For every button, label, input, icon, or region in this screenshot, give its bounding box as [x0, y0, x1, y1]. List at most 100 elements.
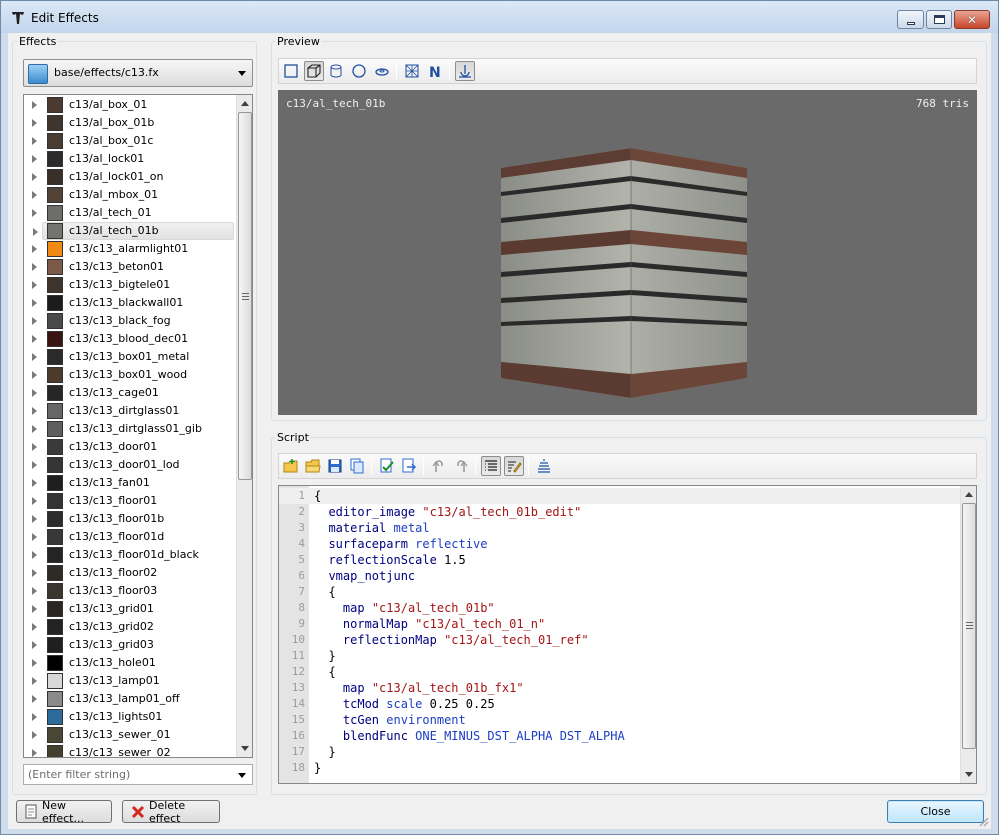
code-line[interactable]: 3 material metal [279, 520, 960, 536]
expand-arrow-icon[interactable] [32, 443, 37, 451]
maximize-button[interactable] [926, 10, 952, 29]
tree-item[interactable]: c13/c13_fan01 [24, 474, 234, 492]
tree-item[interactable]: c13/c13_floor01b [24, 510, 234, 528]
cube-shape-button[interactable] [304, 61, 324, 81]
code-line[interactable]: 9 normalMap "c13/al_tech_01_n" [279, 616, 960, 632]
code-line[interactable]: 7 { [279, 584, 960, 600]
tree-item[interactable]: c13/al_tech_01b [33, 222, 234, 240]
apply-script-button[interactable] [399, 456, 419, 476]
code-line[interactable]: 8 map "c13/al_tech_01b" [279, 600, 960, 616]
tree-item[interactable]: c13/c13_floor03 [24, 582, 234, 600]
expand-arrow-icon[interactable] [32, 497, 37, 505]
tree-item[interactable]: c13/c13_box01_metal [24, 348, 234, 366]
expand-arrow-icon[interactable] [32, 587, 37, 595]
expand-arrow-icon[interactable] [32, 353, 37, 361]
expand-arrow-icon[interactable] [32, 479, 37, 487]
code-line[interactable]: 13 map "c13/al_tech_01b_fx1" [279, 680, 960, 696]
scrollbar-thumb[interactable] [238, 112, 252, 480]
expand-arrow-icon[interactable] [32, 605, 37, 613]
code-line[interactable]: 15 tcGen environment [279, 712, 960, 728]
check-script-button[interactable] [377, 456, 397, 476]
tree-item[interactable]: c13/al_box_01c [24, 132, 234, 150]
tree-item[interactable]: c13/al_lock01_on [24, 168, 234, 186]
new-effect-button[interactable]: New effect... [16, 799, 112, 825]
text-options-button[interactable] [534, 456, 554, 476]
open-script-button[interactable] [303, 456, 323, 476]
expand-arrow-icon[interactable] [32, 371, 37, 379]
expand-arrow-icon[interactable] [32, 659, 37, 667]
expand-arrow-icon[interactable] [32, 515, 37, 523]
dropdown-arrow-icon[interactable] [238, 773, 246, 778]
tree-item[interactable]: c13/c13_lamp01_off [24, 690, 234, 708]
expand-arrow-icon[interactable] [32, 137, 37, 145]
code-line[interactable]: 10 reflectionMap "c13/al_tech_01_ref" [279, 632, 960, 648]
resize-grip-icon[interactable] [977, 815, 989, 827]
filter-input[interactable] [28, 767, 223, 782]
tree-item[interactable]: c13/c13_lamp01 [24, 672, 234, 690]
expand-arrow-icon[interactable] [32, 191, 37, 199]
code-line[interactable]: 4 surfaceparm reflective [279, 536, 960, 552]
expand-arrow-icon[interactable] [32, 209, 37, 217]
expand-arrow-icon[interactable] [32, 245, 37, 253]
expand-arrow-icon[interactable] [32, 731, 37, 739]
effects-tree-scrollbar[interactable] [236, 95, 252, 757]
expand-arrow-icon[interactable] [32, 695, 37, 703]
tree-item[interactable]: c13/c13_grid02 [24, 618, 234, 636]
normals-toggle-button[interactable]: N [425, 61, 445, 81]
expand-arrow-icon[interactable] [32, 119, 37, 127]
save-as-script-button[interactable] [347, 456, 367, 476]
expand-arrow-icon[interactable] [32, 101, 37, 109]
tree-item[interactable]: c13/c13_dirtglass01 [24, 402, 234, 420]
tree-item[interactable]: c13/c13_floor02 [24, 564, 234, 582]
expand-arrow-icon[interactable] [32, 425, 37, 433]
expand-arrow-icon[interactable] [32, 641, 37, 649]
close-window-button[interactable]: ✕ [954, 10, 990, 29]
tree-item[interactable]: c13/c13_cage01 [24, 384, 234, 402]
effects-tree[interactable]: c13/c13_sewer_02 c13/c13_sewer_01 c13/c13_… [23, 94, 253, 758]
script-editor[interactable]: 1{2 editor_image "c13/al_tech_01b_edit" 3… [278, 485, 977, 784]
tree-item[interactable]: c13/c13_lights01 [24, 708, 234, 726]
tree-item[interactable]: c13/c13_alarmlight01 [24, 240, 234, 258]
expand-arrow-icon[interactable] [32, 299, 37, 307]
scroll-up-icon[interactable] [965, 492, 973, 497]
code-line[interactable]: 17 } [279, 744, 960, 760]
scroll-down-icon[interactable] [241, 746, 249, 751]
tree-item[interactable]: c13/c13_sewer_01 [24, 726, 234, 744]
tree-item[interactable]: c13/c13_beton01 [24, 258, 234, 276]
tree-item[interactable]: c13/c13_grid01 [24, 600, 234, 618]
expand-arrow-icon[interactable] [32, 551, 37, 559]
torus-shape-button[interactable] [372, 61, 392, 81]
code-line[interactable]: 14 tcMod scale 0.25 0.25 [279, 696, 960, 712]
tree-item[interactable]: c13/c13_black_fog [24, 312, 234, 330]
code-line[interactable]: 18} [279, 760, 960, 776]
code-line[interactable]: 2 editor_image "c13/al_tech_01b_edit" [279, 504, 960, 520]
script-editor-scrollbar[interactable] [960, 486, 976, 783]
tree-item[interactable]: c13/c13_floor01 [24, 492, 234, 510]
expand-arrow-icon[interactable] [32, 461, 37, 469]
expand-arrow-icon[interactable] [32, 569, 37, 577]
expand-arrow-icon[interactable] [32, 173, 37, 181]
wireframe-toggle-button[interactable] [402, 61, 422, 81]
code-line[interactable]: 12 { [279, 664, 960, 680]
title-bar[interactable]: Edit Effects ✕ [1, 1, 998, 33]
redo-button[interactable] [451, 456, 471, 476]
expand-arrow-icon[interactable] [32, 533, 37, 541]
plane-shape-button[interactable] [281, 61, 301, 81]
sphere-shape-button[interactable] [349, 61, 369, 81]
tree-item[interactable]: c13/c13_bigtele01 [24, 276, 234, 294]
new-script-button[interactable] [281, 456, 301, 476]
tree-item[interactable]: c13/al_box_01b [24, 114, 234, 132]
save-script-button[interactable] [325, 456, 345, 476]
tree-item[interactable]: c13/c13_dirtglass01_gib [24, 420, 234, 438]
ground-toggle-button[interactable] [455, 61, 475, 81]
expand-arrow-icon[interactable] [32, 335, 37, 343]
tree-item[interactable]: c13/c13_hole01 [24, 654, 234, 672]
tree-item[interactable]: c13/al_tech_01 [24, 204, 234, 222]
expand-arrow-icon[interactable] [32, 389, 37, 397]
close-button[interactable]: Close [887, 800, 984, 823]
tree-item[interactable]: c13/c13_box01_wood [24, 366, 234, 384]
tree-item[interactable]: c13/c13_door01 [24, 438, 234, 456]
expand-arrow-icon[interactable] [32, 623, 37, 631]
code-line[interactable]: 16 blendFunc ONE_MINUS_DST_ALPHA DST_ALP… [279, 728, 960, 744]
code-line[interactable]: 1{ [279, 488, 960, 504]
